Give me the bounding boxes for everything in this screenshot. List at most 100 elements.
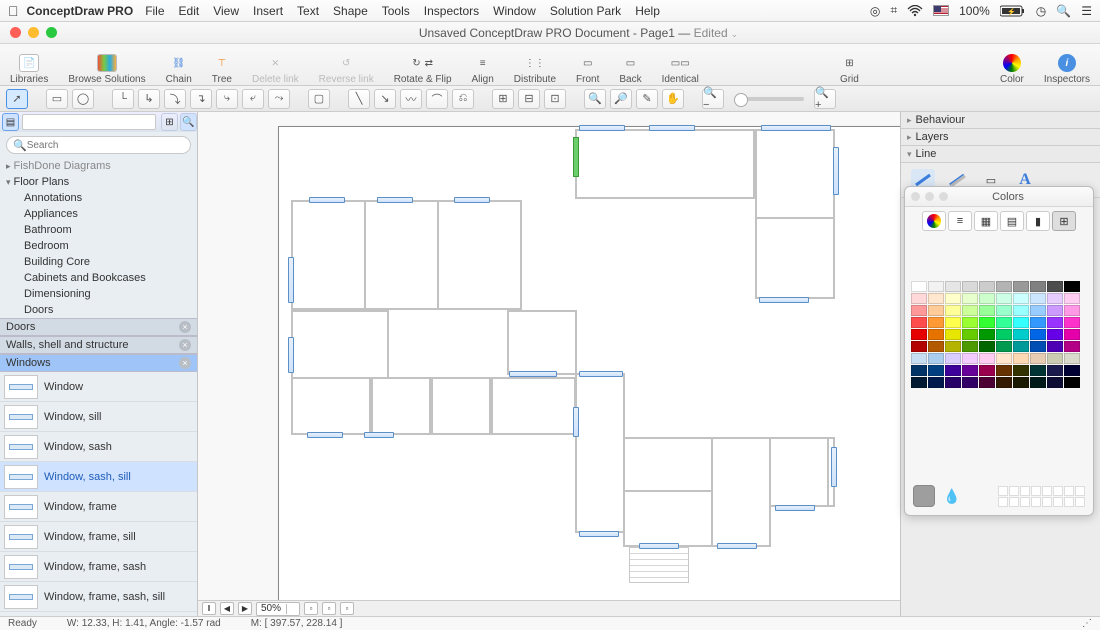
tool-connector-1[interactable]: └ [112,89,134,109]
color-swatch[interactable] [1030,305,1046,316]
color-swatch[interactable] [1047,305,1063,316]
tool-connector-3[interactable]: ⤵ [164,89,186,109]
toolbar-back[interactable]: ▭Back [619,52,641,85]
menu-inspectors[interactable]: Inspectors [424,4,479,18]
color-swatch[interactable] [996,341,1012,352]
tool-arc[interactable]: ⌒ [426,89,448,109]
minimize-icon[interactable] [28,27,39,38]
color-swatch[interactable] [1030,317,1046,328]
color-swatch[interactable] [1030,329,1046,340]
color-swatch[interactable] [1013,329,1029,340]
menu-shape[interactable]: Shape [333,4,368,18]
tool-connector-5[interactable]: ⤷ [216,89,238,109]
color-swatch[interactable] [1030,293,1046,304]
menu-file[interactable]: File [145,4,164,18]
color-swatch[interactable] [979,377,995,388]
color-swatch[interactable] [979,305,995,316]
color-swatch[interactable] [1064,353,1080,364]
color-swatch[interactable] [945,317,961,328]
color-swatch[interactable] [911,365,927,376]
toolbar-grid[interactable]: ⊞Grid [840,52,859,85]
fullscreen-icon[interactable] [46,27,57,38]
color-swatch[interactable] [928,293,944,304]
tool-hand[interactable]: ✋ [662,89,684,109]
color-swatch[interactable] [945,365,961,376]
tree-item[interactable]: Annotations [0,190,197,206]
color-swatch[interactable] [962,317,978,328]
tool-connector-7[interactable]: ⤳ [268,89,290,109]
color-swatch[interactable] [1047,377,1063,388]
tool-textbox[interactable]: ▢ [308,89,330,109]
color-swatch[interactable] [928,377,944,388]
color-tab-sliders[interactable]: ≡ [948,211,972,231]
toolbar-color[interactable]: Color [1000,52,1024,85]
tree-item[interactable]: Dimensioning [0,286,197,302]
color-swatch[interactable] [928,281,944,292]
color-swatch[interactable] [945,281,961,292]
tool-group-3[interactable]: ⊡ [544,89,566,109]
app-name[interactable]: ConceptDraw PRO [27,4,134,18]
library-item[interactable]: Window, frame, sash [0,552,197,582]
close-icon[interactable] [911,192,920,201]
tray-icon[interactable]: ◷ [1036,4,1046,18]
color-tab-crayons[interactable]: ▮ [1026,211,1050,231]
category-doors[interactable]: Doors× [0,318,197,336]
menu-text[interactable]: Text [297,4,319,18]
page-thumb[interactable]: ▫ [340,602,354,615]
tree-item[interactable]: Appliances [0,206,197,222]
tool-poly[interactable]: ⎌ [452,89,474,109]
color-swatch[interactable] [962,365,978,376]
color-swatch[interactable] [1064,305,1080,316]
tree-item[interactable]: Doors [0,302,197,318]
color-swatch[interactable] [962,293,978,304]
color-swatch[interactable] [979,341,995,352]
zoom-icon[interactable] [939,192,948,201]
color-tab-spectrum[interactable]: ▤ [1000,211,1024,231]
color-swatch[interactable] [928,365,944,376]
color-swatch[interactable] [911,353,927,364]
color-swatch[interactable] [945,341,961,352]
color-swatch[interactable] [928,353,944,364]
color-swatch[interactable] [1030,341,1046,352]
sidebar-filter-input[interactable] [22,114,156,130]
library-item[interactable]: Window, frame, sill [0,522,197,552]
toolbar-align[interactable]: ≡Align [472,52,494,85]
input-source-flag-icon[interactable] [933,5,949,16]
tool-connector-4[interactable]: ↴ [190,89,212,109]
color-swatch[interactable] [1013,377,1029,388]
apple-menu-icon[interactable]:  [8,3,19,19]
tree-item[interactable]: Bedroom [0,238,197,254]
toolbar-distribute[interactable]: ⋮⋮Distribute [514,52,556,85]
minimize-icon[interactable] [925,192,934,201]
toolbar-libraries[interactable]: 📄Libraries [10,52,48,85]
color-tab-wheel[interactable] [922,211,946,231]
color-swatch[interactable] [1064,281,1080,292]
color-swatch[interactable] [979,317,995,328]
menu-tools[interactable]: Tools [382,4,410,18]
color-swatch[interactable] [996,353,1012,364]
sidebar-search[interactable]: 🔍 [6,136,191,154]
menu-edit[interactable]: Edit [179,4,200,18]
color-swatch[interactable] [1013,365,1029,376]
inspector-line[interactable]: Line [901,146,1100,163]
battery-icon[interactable]: ⚡ [1000,5,1026,17]
color-swatch[interactable] [928,317,944,328]
menu-help[interactable]: Help [635,4,660,18]
color-swatch[interactable] [1047,341,1063,352]
chevron-down-icon[interactable]: ⌄ [731,29,739,39]
tool-rect[interactable]: ▭ [46,89,68,109]
resize-grip-icon[interactable]: ⋰ [1082,618,1092,629]
color-swatch[interactable] [962,281,978,292]
library-item[interactable]: Window [0,372,197,402]
colors-window-titlebar[interactable]: Colors [905,187,1093,207]
eyedropper-icon[interactable]: 💧 [943,488,960,505]
notification-center-icon[interactable]: ☰ [1081,4,1092,18]
color-swatch[interactable] [979,293,995,304]
color-swatch[interactable] [1064,317,1080,328]
close-icon[interactable]: × [179,339,191,351]
toolbar-inspectors[interactable]: iInspectors [1044,52,1090,85]
color-swatch[interactable] [911,305,927,316]
color-swatch[interactable] [928,341,944,352]
sidebar-tab-libs[interactable]: ▤ [2,113,19,131]
color-swatch[interactable] [1030,365,1046,376]
